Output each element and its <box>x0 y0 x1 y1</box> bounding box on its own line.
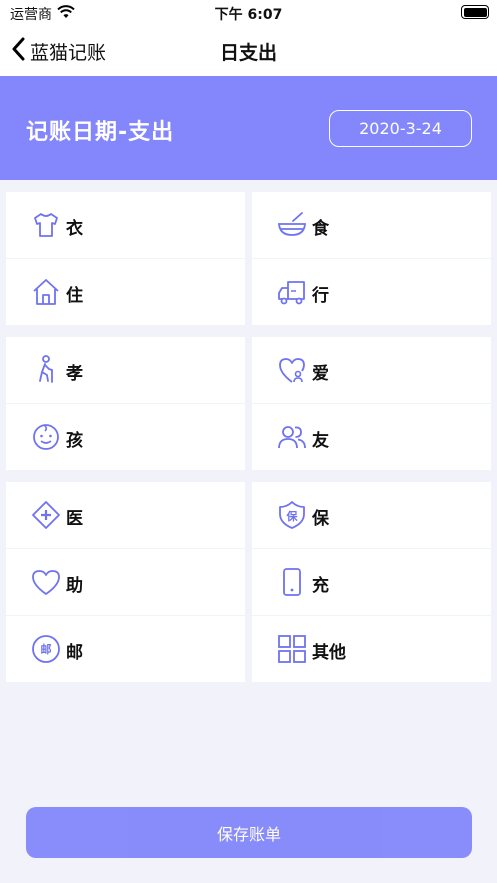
category-label: 充 <box>312 576 329 596</box>
category-label: 孩 <box>66 431 83 451</box>
category-other[interactable]: 其他 <box>252 616 491 682</box>
category-friends[interactable]: 友 <box>252 404 491 470</box>
page-title: 日支出 <box>219 42 277 64</box>
date-picker-button[interactable]: 2020-3-24 <box>329 110 472 147</box>
category-group-basic: 衣 食 住 行 <box>6 192 491 325</box>
heart-person-icon <box>279 358 305 383</box>
category-children[interactable]: 孩 <box>6 404 245 470</box>
heart-icon <box>32 570 60 595</box>
category-label: 食 <box>312 219 329 239</box>
navigation-bar: 蓝猫记账 日支出 <box>0 26 497 76</box>
grid-icon <box>278 635 306 663</box>
category-clothing[interactable]: 衣 <box>6 192 245 258</box>
category-housing[interactable]: 住 <box>6 259 245 325</box>
people-icon <box>278 426 306 449</box>
category-love[interactable]: 爱 <box>252 337 491 403</box>
category-filial[interactable]: 孝 <box>6 337 245 403</box>
baby-face-icon <box>33 424 59 450</box>
postal-badge-icon: 邮 <box>32 635 60 663</box>
insurance-shield-icon: 保 <box>279 501 305 529</box>
shirt-icon <box>34 213 58 237</box>
category-label: 邮 <box>66 643 83 663</box>
postal-badge-text: 邮 <box>41 642 52 656</box>
header-label: 记账日期-支出 <box>26 120 175 145</box>
category-label: 行 <box>312 286 329 306</box>
category-label: 医 <box>66 509 83 529</box>
truck-icon <box>278 281 305 305</box>
category-medical[interactable]: 医 <box>6 482 245 548</box>
category-label: 保 <box>312 509 329 529</box>
category-transport[interactable]: 行 <box>252 259 491 325</box>
phone-icon <box>283 568 301 596</box>
medical-cross-icon <box>32 501 60 529</box>
category-label: 友 <box>312 431 329 451</box>
category-label: 衣 <box>66 219 83 239</box>
elder-walking-icon <box>39 355 53 383</box>
status-bar: 运营商 下午 6:07 <box>0 0 497 26</box>
house-icon <box>33 279 59 305</box>
bowl-icon <box>278 212 306 236</box>
category-label: 住 <box>66 286 83 306</box>
category-insurance[interactable]: 保 保 <box>252 482 491 548</box>
category-group-relations: 孝 爱 孩 友 <box>6 337 491 470</box>
category-label: 其他 <box>312 643 346 663</box>
category-group-other: 医 保 保 助 充 邮 邮 其他 <box>6 482 491 682</box>
category-recharge[interactable]: 充 <box>252 549 491 615</box>
category-help[interactable]: 助 <box>6 549 245 615</box>
category-label: 孝 <box>66 364 83 384</box>
battery-icon <box>461 5 489 19</box>
category-postal[interactable]: 邮 邮 <box>6 616 245 682</box>
insurance-badge-text: 保 <box>286 509 299 523</box>
category-label: 爱 <box>312 364 329 384</box>
date-header: 记账日期-支出 2020-3-24 <box>0 76 497 180</box>
status-time: 下午 6:07 <box>214 7 283 23</box>
category-label: 助 <box>66 576 83 596</box>
category-food[interactable]: 食 <box>252 192 491 258</box>
save-bill-button[interactable]: 保存账单 <box>26 807 472 858</box>
